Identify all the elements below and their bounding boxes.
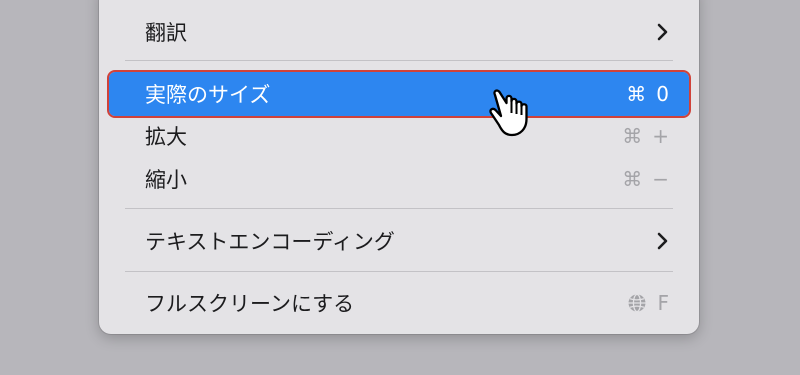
menu-item-label: 翻訳 xyxy=(145,21,187,45)
menu-item-label: 拡大 xyxy=(145,125,187,149)
menu-item-enter-full-screen[interactable]: フルスクリーンにする F xyxy=(109,281,689,325)
menu-item-translate[interactable]: 翻訳 xyxy=(109,10,689,54)
menu-item-label: 実際のサイズ xyxy=(145,83,271,107)
shortcut-key: − xyxy=(652,167,669,191)
menu-item-zoom-in[interactable]: 拡大 ⌘ + xyxy=(109,114,689,158)
shortcut: ⌘ 0 xyxy=(626,82,669,106)
chevron-right-icon xyxy=(657,23,668,41)
command-key-symbol: ⌘ xyxy=(622,124,643,148)
shortcut: ⌘ − xyxy=(622,167,669,191)
submenu-indicator xyxy=(655,231,669,251)
menu-item-label: 縮小 xyxy=(145,168,187,192)
shortcut-key: 0 xyxy=(656,82,669,106)
context-menu: 翻訳 実際のサイズ ⌘ 0 拡大 ⌘ + 縮小 ⌘ − テキストエンコーディング xyxy=(99,0,699,334)
menu-item-label: フルスクリーンにする xyxy=(145,292,355,316)
shortcut: F xyxy=(627,291,669,315)
chevron-right-icon xyxy=(657,232,668,250)
shortcut-key: + xyxy=(652,124,669,148)
shortcut-key: F xyxy=(657,291,669,315)
menu-separator xyxy=(125,60,673,61)
shortcut: ⌘ + xyxy=(622,124,669,148)
command-key-symbol: ⌘ xyxy=(626,82,647,106)
pointing-hand-cursor-icon xyxy=(489,89,528,137)
menu-separator xyxy=(125,271,673,272)
globe-icon xyxy=(628,293,646,313)
submenu-indicator xyxy=(655,22,669,42)
menu-item-zoom-out[interactable]: 縮小 ⌘ − xyxy=(109,157,689,201)
menu-item-actual-size[interactable]: 実際のサイズ ⌘ 0 xyxy=(107,70,691,118)
menu-item-label: テキストエンコーディング xyxy=(145,230,395,254)
menu-item-text-encoding[interactable]: テキストエンコーディング xyxy=(109,219,689,263)
menu-separator xyxy=(125,208,673,209)
command-key-symbol: ⌘ xyxy=(622,167,643,191)
